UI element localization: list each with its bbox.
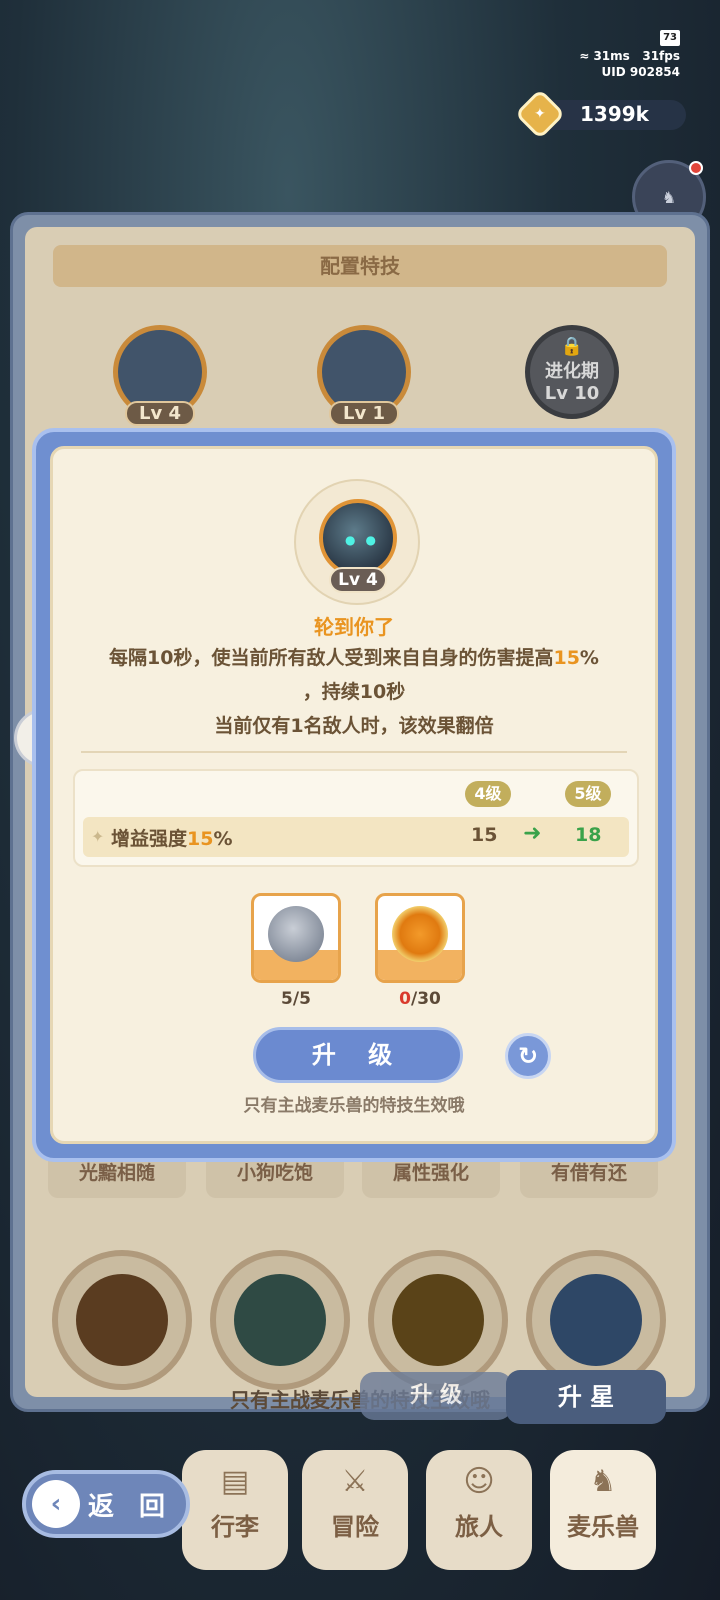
- back-arrow-icon: ‹: [32, 1480, 80, 1528]
- panel-title: 配置特技: [53, 245, 667, 287]
- desc-line1: 每隔10秒，使当前所有敌人受到来自自身的伤害提高: [109, 647, 554, 669]
- ping-text: 31ms: [593, 49, 630, 63]
- nav-adventure[interactable]: ⚔ 冒险: [302, 1450, 408, 1570]
- material-count: 0/30: [375, 989, 465, 1009]
- nav-pets[interactable]: ♞ 麦乐兽: [550, 1450, 656, 1570]
- upgrade-comparison: 4级 5级 ✦ 增益强度15% 15 ➜ 18: [73, 769, 639, 867]
- crossed-swords-icon: ⚔: [341, 1464, 369, 1499]
- arrow-right-icon: ➜: [523, 821, 542, 846]
- battery-indicator: 73: [660, 30, 680, 46]
- star-up-button[interactable]: 升 星: [506, 1370, 666, 1424]
- modal-note: 只有主战麦乐兽的特技生效哦: [243, 1096, 465, 1116]
- skill-upgrade-modal: ●● Lv 4 轮到你了 每隔10秒，使当前所有敌人受到来自自身的伤害提高15%…: [32, 428, 676, 1162]
- back-label: 返 回: [88, 1492, 174, 1522]
- medal-icon: [392, 906, 448, 962]
- stat-label-highlight: 15: [187, 828, 214, 850]
- lock-icon: 🔒: [560, 336, 584, 357]
- material-need: /5: [292, 989, 311, 1009]
- lock-level: Lv 10: [544, 383, 600, 404]
- next-level-tag: 5级: [565, 781, 611, 807]
- nav-label: 行李: [211, 1513, 259, 1541]
- skill-option-3[interactable]: [368, 1250, 508, 1390]
- back-button[interactable]: ‹ 返 回: [22, 1470, 190, 1538]
- reset-icon[interactable]: ↻: [505, 1033, 551, 1079]
- skill-name: 轮到你了: [314, 615, 394, 639]
- material-medal[interactable]: [375, 893, 465, 983]
- desc-line2: ，持续10秒: [302, 681, 406, 703]
- nav-label: 麦乐兽: [567, 1513, 639, 1541]
- desc-highlight: 15: [553, 647, 580, 669]
- nav-traveler[interactable]: ☺ 旅人: [426, 1450, 532, 1570]
- material-have: 5: [281, 989, 293, 1009]
- nav-label: 旅人: [455, 1513, 503, 1541]
- divider: [81, 751, 627, 753]
- notification-dot: [689, 161, 703, 175]
- lock-label: 进化期: [545, 361, 599, 382]
- currency-bar: ✦ 1399k: [514, 88, 686, 140]
- desc-line3: 当前仅有1名敌人时，该效果翻倍: [214, 715, 494, 737]
- pet-shard-icon: [268, 906, 324, 962]
- stat-label-text: 增益强度: [111, 828, 188, 850]
- sparkle-icon: ✦: [91, 827, 105, 846]
- traveler-icon: ☺: [463, 1464, 495, 1499]
- wifi-icon: ≈: [579, 49, 590, 63]
- current-value: 15: [471, 824, 498, 846]
- modal-body: ●● Lv 4 轮到你了 每隔10秒，使当前所有敌人受到来自自身的伤害提高15%…: [50, 446, 658, 1144]
- slot-level: Lv 1: [329, 401, 399, 426]
- skill-description: 每隔10秒，使当前所有敌人受到来自自身的伤害提高15% ，持续10秒 当前仅有1…: [67, 641, 641, 743]
- nav-label: 冒险: [331, 1513, 379, 1541]
- skill-level-badge: Lv 4: [329, 567, 387, 593]
- next-value: 18: [575, 824, 602, 846]
- stat-row: ✦ 增益强度15% 15 ➜ 18: [83, 817, 629, 857]
- fps-text: 31fps: [642, 49, 680, 63]
- skill-slot-locked[interactable]: 🔒 进化期 Lv 10: [525, 325, 619, 419]
- panel-upgrade-button[interactable]: 升 级: [360, 1372, 512, 1420]
- upgrade-button[interactable]: 升 级: [253, 1027, 463, 1083]
- pet-icon: ♞: [589, 1464, 617, 1499]
- material-have: 0: [399, 989, 411, 1009]
- material-pet-shard[interactable]: [251, 893, 341, 983]
- skill-portrait: ●●: [319, 499, 397, 577]
- skill-slot-1[interactable]: Lv 4: [113, 325, 207, 426]
- desc-percent: %: [579, 647, 599, 669]
- slot-level: Lv 4: [125, 401, 195, 426]
- currency-value: 1399k: [580, 102, 649, 126]
- material-need: /30: [410, 989, 441, 1009]
- skill-option-1[interactable]: [52, 1250, 192, 1390]
- skill-option-2[interactable]: [210, 1250, 350, 1390]
- current-level-tag: 4级: [465, 781, 511, 807]
- material-count: 5/5: [251, 989, 341, 1009]
- uid-text: UID 902854: [601, 65, 680, 79]
- luggage-icon: ▤: [220, 1464, 250, 1499]
- stat-label-percent: %: [213, 828, 233, 850]
- status-overlay: 73 ≈ 31ms 31fps UID 902854: [540, 28, 680, 80]
- nav-luggage[interactable]: ▤ 行李: [182, 1450, 288, 1570]
- stat-label: 增益强度15%: [111, 824, 233, 851]
- skill-option-4[interactable]: [526, 1250, 666, 1390]
- skill-slot-2[interactable]: Lv 1: [317, 325, 411, 426]
